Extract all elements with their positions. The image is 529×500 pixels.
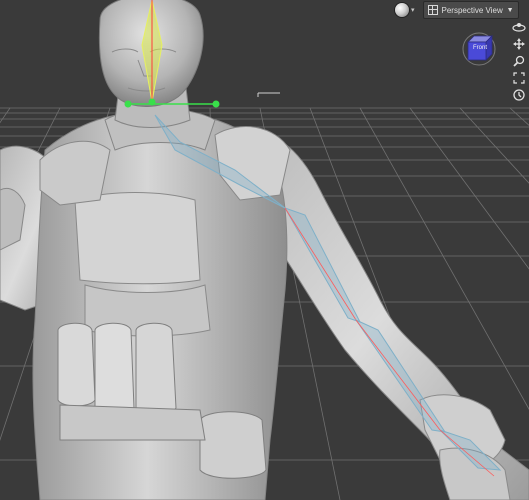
chevron-down-icon: ▼ xyxy=(506,6,514,14)
chest-plate xyxy=(74,192,201,285)
shoulder-pad-left xyxy=(39,140,111,206)
reset-camera-icon[interactable] xyxy=(511,88,527,102)
zoom-icon[interactable] xyxy=(511,54,527,68)
navigation-tools xyxy=(510,20,528,102)
joint-handle[interactable] xyxy=(148,98,156,106)
scene xyxy=(0,0,529,500)
nav-cube-icon xyxy=(462,32,496,66)
frame-icon[interactable] xyxy=(511,71,527,85)
render-preview-sphere-icon[interactable] xyxy=(395,3,409,17)
camera-view-dropdown[interactable]: Perspective View ▼ xyxy=(422,1,519,19)
joint-handle[interactable] xyxy=(212,100,220,108)
grid-marker xyxy=(257,92,280,97)
chevron-down-icon[interactable]: ▾ xyxy=(411,6,415,14)
navigation-cube[interactable]: Front xyxy=(460,30,498,66)
viewport-layout-icon xyxy=(427,5,438,15)
3d-viewport[interactable]: ▾ Perspective View ▼ Front xyxy=(0,0,529,500)
joint-handle[interactable] xyxy=(124,100,132,108)
character-figure[interactable] xyxy=(0,0,529,500)
camera-view-label: Perspective View xyxy=(441,5,503,15)
orbit-icon[interactable] xyxy=(511,20,527,34)
viewport-toolbar: ▾ Perspective View ▼ xyxy=(389,0,529,20)
pan-icon[interactable] xyxy=(511,37,527,51)
